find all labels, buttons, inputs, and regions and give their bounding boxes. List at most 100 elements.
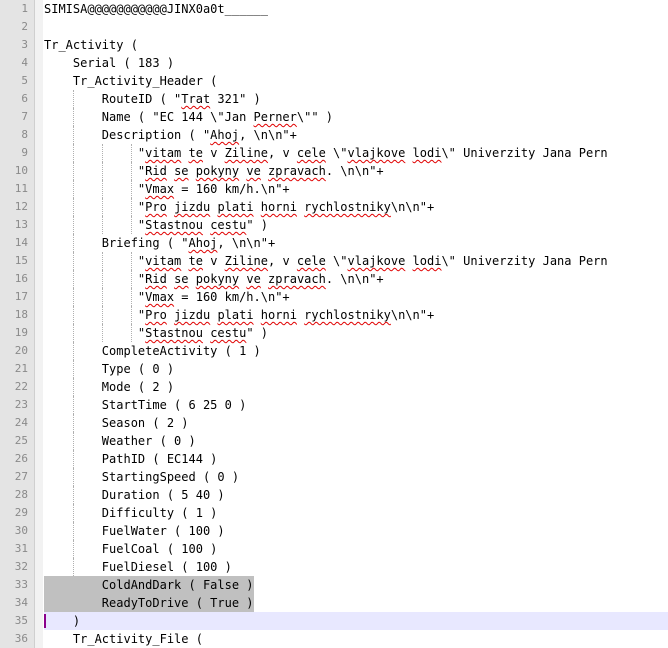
line-number: 21 bbox=[14, 362, 28, 375]
code-text[interactable]: PathID ( EC144 ) bbox=[44, 450, 668, 468]
code-line[interactable]: 17 "Vmax = 160 km/h.\n"+ bbox=[0, 288, 668, 306]
code-line[interactable]: 11 "Vmax = 160 km/h.\n"+ bbox=[0, 180, 668, 198]
spellcheck-word: plati bbox=[217, 200, 254, 214]
code-text[interactable] bbox=[44, 18, 668, 36]
code-text[interactable]: "Pro jizdu plati horni rychlostniky\n\n"… bbox=[44, 198, 668, 216]
code-line[interactable]: 2 bbox=[0, 18, 668, 36]
code-text[interactable]: "Vmax = 160 km/h.\n"+ bbox=[44, 180, 668, 198]
code-text[interactable]: Weather ( 0 ) bbox=[44, 432, 668, 450]
code-text[interactable]: SIMISA@@@@@@@@@@@JINX0a0t______ bbox=[44, 0, 668, 18]
code-text[interactable]: CompleteActivity ( 1 ) bbox=[44, 342, 668, 360]
line-number: 27 bbox=[14, 470, 28, 483]
code-line[interactable]: 5 Tr_Activity_Header ( bbox=[0, 72, 668, 90]
code-lines[interactable]: 1 SIMISA@@@@@@@@@@@JINX0a0t______ 2 3 Tr_A… bbox=[0, 0, 668, 648]
line-number: 22 bbox=[14, 380, 28, 393]
line-number: 18 bbox=[14, 308, 28, 321]
code-text[interactable]: Name ( "EC 144 \"Jan Perner\"" ) bbox=[44, 108, 668, 126]
spellcheck-word: se bbox=[174, 164, 189, 178]
line-number: 24 bbox=[14, 416, 28, 429]
line-number: 20 bbox=[14, 344, 28, 357]
code-line-current[interactable]: 35 ) bbox=[0, 612, 668, 630]
code-line-selected[interactable]: 34 ReadyToDrive ( True ) bbox=[0, 594, 668, 612]
code-line[interactable]: 27 StartingSpeed ( 0 ) bbox=[0, 468, 668, 486]
code-line[interactable]: 12 "Pro jizdu plati horni rychlostniky\n… bbox=[0, 198, 668, 216]
spellcheck-word: se bbox=[174, 272, 189, 286]
code-line[interactable]: 8 Description ( "Ahoj, \n\n"+ bbox=[0, 126, 668, 144]
code-line[interactable]: 18 "Pro jizdu plati horni rychlostniky\n… bbox=[0, 306, 668, 324]
line-number: 25 bbox=[14, 434, 28, 447]
code-text[interactable]: "vitam te v Ziline, v cele \"vlajkove lo… bbox=[44, 144, 668, 162]
code-line[interactable]: 30 FuelWater ( 100 ) bbox=[0, 522, 668, 540]
code-line[interactable]: 32 FuelDiesel ( 100 ) bbox=[0, 558, 668, 576]
code-text-selected[interactable]: ReadyToDrive ( True ) bbox=[44, 594, 254, 612]
line-number: 34 bbox=[14, 596, 28, 609]
line-number: 36 bbox=[14, 632, 28, 645]
code-text[interactable]: "Vmax = 160 km/h.\n"+ bbox=[44, 288, 668, 306]
spellcheck-word: lodi bbox=[412, 254, 442, 268]
spellcheck-word: te bbox=[188, 146, 203, 160]
code-line[interactable]: 13 "Stastnou cestu" ) bbox=[0, 216, 668, 234]
code-line[interactable]: 21 Type ( 0 ) bbox=[0, 360, 668, 378]
code-text-selected[interactable]: ColdAndDark ( False ) bbox=[44, 576, 254, 594]
code-text[interactable]: Duration ( 5 40 ) bbox=[44, 486, 668, 504]
code-line-selected[interactable]: 33 ColdAndDark ( False ) bbox=[0, 576, 668, 594]
line-number: 15 bbox=[14, 254, 28, 267]
code-line[interactable]: 25 Weather ( 0 ) bbox=[0, 432, 668, 450]
code-line[interactable]: 4 Serial ( 183 ) bbox=[0, 54, 668, 72]
line-number: 23 bbox=[14, 398, 28, 411]
code-text[interactable]: Serial ( 183 ) bbox=[44, 54, 668, 72]
code-text[interactable]: "Rid se pokyny ve zpravach. \n\n"+ bbox=[44, 162, 668, 180]
spellcheck-word: Vmax bbox=[145, 290, 175, 304]
code-line[interactable]: 26 PathID ( EC144 ) bbox=[0, 450, 668, 468]
spellcheck-word: lodi bbox=[412, 146, 442, 160]
code-text[interactable]: "Rid se pokyny ve zpravach. \n\n"+ bbox=[44, 270, 668, 288]
spellcheck-word: vitam bbox=[145, 146, 182, 160]
code-line[interactable]: 23 StartTime ( 6 25 0 ) bbox=[0, 396, 668, 414]
code-text[interactable]: Tr_Activity_Header ( bbox=[44, 72, 668, 90]
code-line[interactable]: 22 Mode ( 2 ) bbox=[0, 378, 668, 396]
code-line[interactable]: 10 "Rid se pokyny ve zpravach. \n\n"+ bbox=[0, 162, 668, 180]
code-text[interactable]: "Pro jizdu plati horni rychlostniky\n\n"… bbox=[44, 306, 668, 324]
line-number: 4 bbox=[21, 56, 28, 69]
code-text[interactable]: Description ( "Ahoj, \n\n"+ bbox=[44, 126, 668, 144]
code-line[interactable]: 19 "Stastnou cestu" ) bbox=[0, 324, 668, 342]
spellcheck-word: pokyny bbox=[195, 272, 240, 286]
code-text[interactable]: Tr_Activity_File ( bbox=[44, 630, 668, 648]
code-text[interactable]: FuelWater ( 100 ) bbox=[44, 522, 668, 540]
spellcheck-word: Pro bbox=[145, 200, 167, 214]
text-editor[interactable]: 1 SIMISA@@@@@@@@@@@JINX0a0t______ 2 3 Tr_A… bbox=[0, 0, 668, 648]
code-text[interactable]: RouteID ( "Trat 321" ) bbox=[44, 90, 668, 108]
code-text[interactable]: StartingSpeed ( 0 ) bbox=[44, 468, 668, 486]
code-line[interactable]: 15 "vitam te v Ziline, v cele \"vlajkove… bbox=[0, 252, 668, 270]
code-line[interactable]: 29 Difficulty ( 1 ) bbox=[0, 504, 668, 522]
code-text[interactable]: Type ( 0 ) bbox=[44, 360, 668, 378]
code-text[interactable]: "vitam te v Ziline, v cele \"vlajkove lo… bbox=[44, 252, 668, 270]
line-number: 16 bbox=[14, 272, 28, 285]
code-line[interactable]: 7 Name ( "EC 144 \"Jan Perner\"" ) bbox=[0, 108, 668, 126]
code-text[interactable]: Mode ( 2 ) bbox=[44, 378, 668, 396]
code-text[interactable]: Difficulty ( 1 ) bbox=[44, 504, 668, 522]
line-number: 10 bbox=[14, 164, 28, 177]
code-text[interactable]: FuelDiesel ( 100 ) bbox=[44, 558, 668, 576]
code-text[interactable]: Briefing ( "Ahoj, \n\n"+ bbox=[44, 234, 668, 252]
line-number: 13 bbox=[14, 218, 28, 231]
code-line[interactable]: 24 Season ( 2 ) bbox=[0, 414, 668, 432]
code-line[interactable]: 3 Tr_Activity ( bbox=[0, 36, 668, 54]
code-line[interactable]: 6 RouteID ( "Trat 321" ) bbox=[0, 90, 668, 108]
code-line[interactable]: 1 SIMISA@@@@@@@@@@@JINX0a0t______ bbox=[0, 0, 668, 18]
code-text[interactable]: FuelCoal ( 100 ) bbox=[44, 540, 668, 558]
code-line[interactable]: 16 "Rid se pokyny ve zpravach. \n\n"+ bbox=[0, 270, 668, 288]
code-line[interactable]: 14 Briefing ( "Ahoj, \n\n"+ bbox=[0, 234, 668, 252]
code-text[interactable]: Tr_Activity ( bbox=[44, 36, 668, 54]
spellcheck-word: jizdu bbox=[174, 308, 211, 322]
code-text[interactable]: Season ( 2 ) bbox=[44, 414, 668, 432]
code-text[interactable]: "Stastnou cestu" ) bbox=[44, 324, 668, 342]
code-text[interactable]: ) bbox=[44, 612, 668, 630]
code-text[interactable]: "Stastnou cestu" ) bbox=[44, 216, 668, 234]
code-text[interactable]: StartTime ( 6 25 0 ) bbox=[44, 396, 668, 414]
code-line[interactable]: 36 Tr_Activity_File ( bbox=[0, 630, 668, 648]
code-line[interactable]: 31 FuelCoal ( 100 ) bbox=[0, 540, 668, 558]
code-line[interactable]: 20 CompleteActivity ( 1 ) bbox=[0, 342, 668, 360]
code-line[interactable]: 28 Duration ( 5 40 ) bbox=[0, 486, 668, 504]
code-line[interactable]: 9 "vitam te v Ziline, v cele \"vlajkove … bbox=[0, 144, 668, 162]
